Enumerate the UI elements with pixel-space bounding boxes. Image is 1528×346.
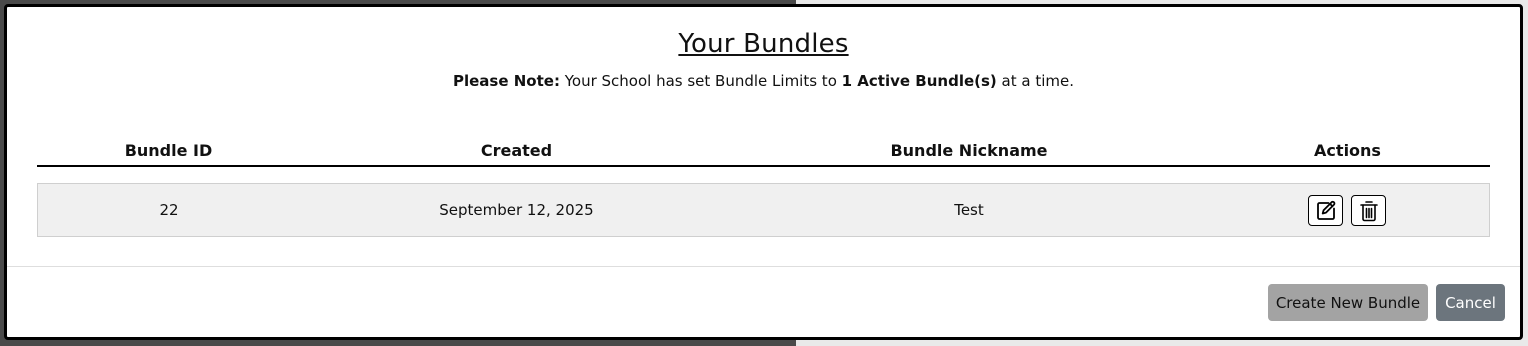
cell-created: September 12, 2025 [300,183,733,237]
note-limit: 1 Active Bundle(s) [841,72,997,90]
header-actions: Actions [1205,135,1490,167]
cancel-button[interactable]: Cancel [1436,284,1505,321]
create-new-bundle-button[interactable]: Create New Bundle [1268,284,1428,321]
delete-bundle-button[interactable] [1351,194,1386,226]
header-created: Created [300,135,733,167]
modal-title: Your Bundles [678,29,849,59]
cell-bundle-id: 22 [37,183,300,237]
bundles-table: Bundle ID Created Bundle Nickname Action… [37,135,1490,237]
cell-nickname: Test [733,183,1205,237]
cell-actions [1205,183,1490,237]
edit-bundle-button[interactable] [1308,194,1343,226]
bundle-limit-note: Please Note: Your School has set Bundle … [7,72,1520,90]
header-bundle-id: Bundle ID [37,135,300,167]
note-text: Your School has set Bundle Limits to [559,72,842,90]
table-row: 22 September 12, 2025 Test [37,183,1490,237]
bundles-modal: Your Bundles Please Note: Your School ha… [4,4,1523,340]
trash-icon [1359,201,1378,222]
note-suffix: at a time. [996,72,1075,90]
note-prefix: Please Note: [452,72,560,90]
edit-icon [1316,200,1335,220]
table-header-row: Bundle ID Created Bundle Nickname Action… [37,135,1490,167]
footer-divider [7,266,1520,267]
header-nickname: Bundle Nickname [733,135,1205,167]
